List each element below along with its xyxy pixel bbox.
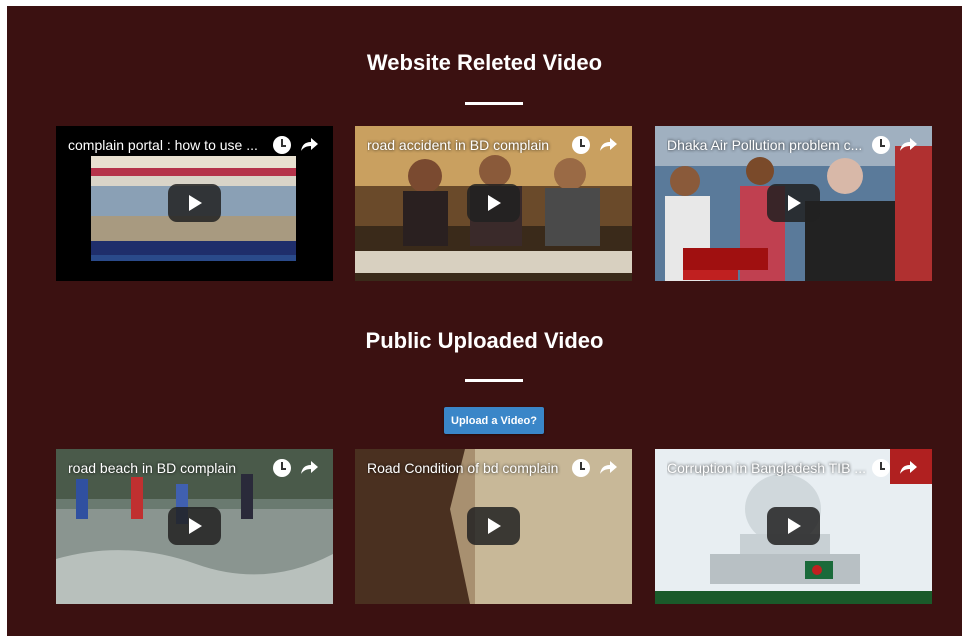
- website-video-1[interactable]: complain portal : how to use ...: [56, 126, 333, 281]
- video-title: Road Condition of bd complain: [367, 460, 559, 476]
- share-icon[interactable]: [599, 134, 619, 154]
- website-title-divider: [465, 102, 523, 105]
- share-icon[interactable]: [300, 457, 320, 477]
- video-panel: Website Releted Video complain portal : …: [7, 6, 962, 636]
- share-icon[interactable]: [899, 134, 919, 154]
- watch-later-icon[interactable]: [273, 136, 291, 154]
- play-button[interactable]: [467, 184, 520, 222]
- watch-later-icon[interactable]: [872, 459, 890, 477]
- public-video-3[interactable]: Corruption in Bangladesh TIB ...: [655, 449, 932, 604]
- public-video-title: Public Uploaded Video: [365, 328, 604, 353]
- share-icon[interactable]: [899, 457, 919, 477]
- video-title: road beach in BD complain: [68, 460, 237, 476]
- play-button[interactable]: [767, 184, 820, 222]
- video-title: road accident in BD complain: [367, 137, 550, 153]
- watch-later-icon[interactable]: [572, 136, 590, 154]
- public-video-1[interactable]: road beach in BD complain: [56, 449, 333, 604]
- play-button[interactable]: [168, 507, 221, 545]
- website-video-2[interactable]: road accident in BD complain: [355, 126, 632, 281]
- website-video-title: Website Releted Video: [366, 50, 603, 75]
- video-title: complain portal : how to use ...: [68, 137, 258, 153]
- upload-video-button[interactable]: Upload a Video?: [444, 407, 544, 434]
- play-button[interactable]: [168, 184, 221, 222]
- watch-later-icon[interactable]: [572, 459, 590, 477]
- public-video-2[interactable]: Road Condition of bd complain: [355, 449, 632, 604]
- share-icon[interactable]: [599, 457, 619, 477]
- video-title: Corruption in Bangladesh TIB ...: [667, 460, 866, 476]
- video-title: Dhaka Air Pollution problem c...: [667, 137, 863, 153]
- play-button[interactable]: [767, 507, 820, 545]
- watch-later-icon[interactable]: [273, 459, 291, 477]
- website-video-3[interactable]: Dhaka Air Pollution problem c...: [655, 126, 932, 281]
- share-icon[interactable]: [300, 134, 320, 154]
- watch-later-icon[interactable]: [872, 136, 890, 154]
- play-button[interactable]: [467, 507, 520, 545]
- public-title-divider: [465, 379, 523, 382]
